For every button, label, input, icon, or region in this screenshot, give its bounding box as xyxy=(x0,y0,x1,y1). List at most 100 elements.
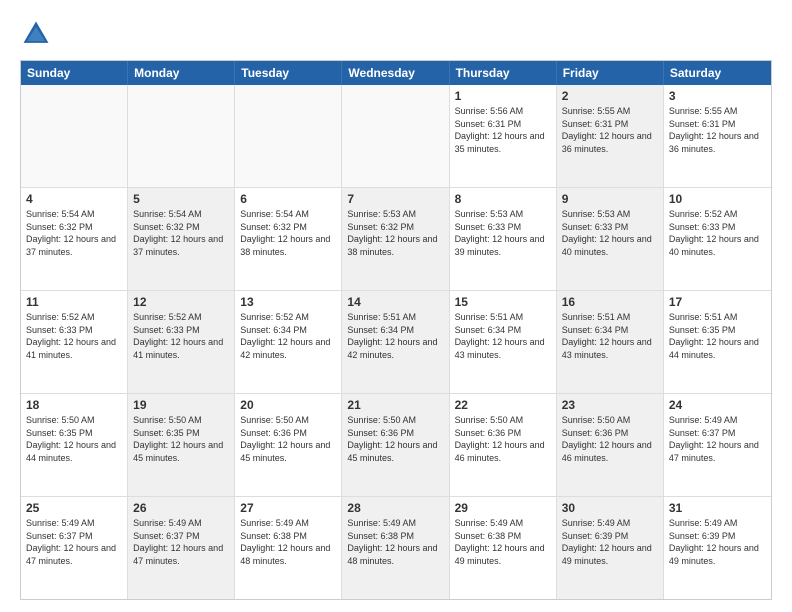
day-number: 15 xyxy=(455,295,551,309)
calendar-day-27: 27 Sunrise: 5:49 AM Sunset: 6:38 PM Dayli… xyxy=(235,497,342,599)
day-number: 24 xyxy=(669,398,766,412)
day-number: 27 xyxy=(240,501,336,515)
day-number: 17 xyxy=(669,295,766,309)
calendar-row-3: 11Sunrise: 5:52 AM Sunset: 6:33 PM Dayli… xyxy=(21,290,771,393)
day-info: Sunrise: 5:50 AM Sunset: 6:35 PM Dayligh… xyxy=(26,414,122,464)
day-info: Sunrise: 5:49 AM Sunset: 6:38 PM Dayligh… xyxy=(455,517,551,567)
day-number: 1 xyxy=(455,89,551,103)
day-info: Sunrise: 5:55 AM Sunset: 6:31 PM Dayligh… xyxy=(562,105,658,155)
day-info: Sunrise: 5:49 AM Sunset: 6:39 PM Dayligh… xyxy=(562,517,658,567)
day-info: Sunrise: 5:51 AM Sunset: 6:34 PM Dayligh… xyxy=(455,311,551,361)
day-number: 21 xyxy=(347,398,443,412)
day-info: Sunrise: 5:53 AM Sunset: 6:32 PM Dayligh… xyxy=(347,208,443,258)
day-number: 5 xyxy=(133,192,229,206)
day-number: 12 xyxy=(133,295,229,309)
weekday-header-sunday: Sunday xyxy=(21,61,128,85)
day-number: 4 xyxy=(26,192,122,206)
calendar-day-24: 24 Sunrise: 5:49 AM Sunset: 6:37 PM Dayli… xyxy=(664,394,771,496)
day-info: Sunrise: 5:49 AM Sunset: 6:39 PM Dayligh… xyxy=(669,517,766,567)
calendar-day-4: 4 Sunrise: 5:54 AM Sunset: 6:32 PM Daylig… xyxy=(21,188,128,290)
day-info: Sunrise: 5:50 AM Sunset: 6:35 PM Dayligh… xyxy=(133,414,229,464)
day-info: Sunrise: 5:54 AM Sunset: 6:32 PM Dayligh… xyxy=(133,208,229,258)
day-info: Sunrise: 5:49 AM Sunset: 6:38 PM Dayligh… xyxy=(347,517,443,567)
calendar-day-21: 21Sunrise: 5:50 AM Sunset: 6:36 PM Dayli… xyxy=(342,394,449,496)
calendar-day-11: 11Sunrise: 5:52 AM Sunset: 6:33 PM Dayli… xyxy=(21,291,128,393)
calendar-day-9: 9 Sunrise: 5:53 AM Sunset: 6:33 PM Daylig… xyxy=(557,188,664,290)
weekday-header-monday: Monday xyxy=(128,61,235,85)
day-number: 16 xyxy=(562,295,658,309)
day-info: Sunrise: 5:52 AM Sunset: 6:33 PM Dayligh… xyxy=(26,311,122,361)
header xyxy=(20,18,772,50)
day-number: 26 xyxy=(133,501,229,515)
day-info: Sunrise: 5:49 AM Sunset: 6:37 PM Dayligh… xyxy=(133,517,229,567)
day-info: Sunrise: 5:51 AM Sunset: 6:34 PM Dayligh… xyxy=(347,311,443,361)
calendar-row-4: 18 Sunrise: 5:50 AM Sunset: 6:35 PM Dayli… xyxy=(21,393,771,496)
calendar-day-17: 17 Sunrise: 5:51 AM Sunset: 6:35 PM Dayli… xyxy=(664,291,771,393)
day-number: 3 xyxy=(669,89,766,103)
calendar-day-31: 31 Sunrise: 5:49 AM Sunset: 6:39 PM Dayli… xyxy=(664,497,771,599)
day-info: Sunrise: 5:51 AM Sunset: 6:35 PM Dayligh… xyxy=(669,311,766,361)
day-number: 7 xyxy=(347,192,443,206)
calendar-day-13: 13 Sunrise: 5:52 AM Sunset: 6:34 PM Dayli… xyxy=(235,291,342,393)
calendar-day-5: 5 Sunrise: 5:54 AM Sunset: 6:32 PM Daylig… xyxy=(128,188,235,290)
calendar-body: 1 Sunrise: 5:56 AM Sunset: 6:31 PM Daylig… xyxy=(21,85,771,599)
calendar-day-1: 1 Sunrise: 5:56 AM Sunset: 6:31 PM Daylig… xyxy=(450,85,557,187)
calendar-day-23: 23 Sunrise: 5:50 AM Sunset: 6:36 PM Dayli… xyxy=(557,394,664,496)
day-number: 19 xyxy=(133,398,229,412)
weekday-header-friday: Friday xyxy=(557,61,664,85)
calendar-day-6: 6 Sunrise: 5:54 AM Sunset: 6:32 PM Daylig… xyxy=(235,188,342,290)
calendar-day-7: 7 Sunrise: 5:53 AM Sunset: 6:32 PM Daylig… xyxy=(342,188,449,290)
day-number: 18 xyxy=(26,398,122,412)
calendar-day-15: 15 Sunrise: 5:51 AM Sunset: 6:34 PM Dayli… xyxy=(450,291,557,393)
day-info: Sunrise: 5:49 AM Sunset: 6:37 PM Dayligh… xyxy=(26,517,122,567)
logo xyxy=(20,18,56,50)
day-info: Sunrise: 5:51 AM Sunset: 6:34 PM Dayligh… xyxy=(562,311,658,361)
calendar-day-18: 18 Sunrise: 5:50 AM Sunset: 6:35 PM Dayli… xyxy=(21,394,128,496)
day-info: Sunrise: 5:50 AM Sunset: 6:36 PM Dayligh… xyxy=(240,414,336,464)
day-number: 31 xyxy=(669,501,766,515)
calendar-day-3: 3 Sunrise: 5:55 AM Sunset: 6:31 PM Daylig… xyxy=(664,85,771,187)
day-number: 23 xyxy=(562,398,658,412)
calendar-row-5: 25 Sunrise: 5:49 AM Sunset: 6:37 PM Dayli… xyxy=(21,496,771,599)
day-info: Sunrise: 5:54 AM Sunset: 6:32 PM Dayligh… xyxy=(26,208,122,258)
day-info: Sunrise: 5:52 AM Sunset: 6:33 PM Dayligh… xyxy=(133,311,229,361)
calendar-day-22: 22 Sunrise: 5:50 AM Sunset: 6:36 PM Dayli… xyxy=(450,394,557,496)
day-number: 28 xyxy=(347,501,443,515)
calendar: SundayMondayTuesdayWednesdayThursdayFrid… xyxy=(20,60,772,600)
day-info: Sunrise: 5:53 AM Sunset: 6:33 PM Dayligh… xyxy=(455,208,551,258)
day-number: 25 xyxy=(26,501,122,515)
calendar-day-30: 30 Sunrise: 5:49 AM Sunset: 6:39 PM Dayli… xyxy=(557,497,664,599)
day-info: Sunrise: 5:54 AM Sunset: 6:32 PM Dayligh… xyxy=(240,208,336,258)
day-info: Sunrise: 5:49 AM Sunset: 6:38 PM Dayligh… xyxy=(240,517,336,567)
day-number: 29 xyxy=(455,501,551,515)
day-number: 6 xyxy=(240,192,336,206)
day-info: Sunrise: 5:52 AM Sunset: 6:34 PM Dayligh… xyxy=(240,311,336,361)
calendar-cell-empty-0-0 xyxy=(21,85,128,187)
calendar-day-2: 2Sunrise: 5:55 AM Sunset: 6:31 PM Daylig… xyxy=(557,85,664,187)
calendar-day-12: 12 Sunrise: 5:52 AM Sunset: 6:33 PM Dayli… xyxy=(128,291,235,393)
day-number: 22 xyxy=(455,398,551,412)
day-info: Sunrise: 5:52 AM Sunset: 6:33 PM Dayligh… xyxy=(669,208,766,258)
calendar-day-26: 26 Sunrise: 5:49 AM Sunset: 6:37 PM Dayli… xyxy=(128,497,235,599)
page: SundayMondayTuesdayWednesdayThursdayFrid… xyxy=(0,0,792,612)
day-info: Sunrise: 5:50 AM Sunset: 6:36 PM Dayligh… xyxy=(455,414,551,464)
calendar-day-20: 20Sunrise: 5:50 AM Sunset: 6:36 PM Dayli… xyxy=(235,394,342,496)
day-info: Sunrise: 5:56 AM Sunset: 6:31 PM Dayligh… xyxy=(455,105,551,155)
calendar-cell-empty-0-2 xyxy=(235,85,342,187)
logo-icon xyxy=(20,18,52,50)
day-number: 8 xyxy=(455,192,551,206)
day-number: 9 xyxy=(562,192,658,206)
calendar-day-8: 8 Sunrise: 5:53 AM Sunset: 6:33 PM Daylig… xyxy=(450,188,557,290)
calendar-row-2: 4 Sunrise: 5:54 AM Sunset: 6:32 PM Daylig… xyxy=(21,187,771,290)
calendar-cell-empty-0-3 xyxy=(342,85,449,187)
calendar-header: SundayMondayTuesdayWednesdayThursdayFrid… xyxy=(21,61,771,85)
day-info: Sunrise: 5:55 AM Sunset: 6:31 PM Dayligh… xyxy=(669,105,766,155)
calendar-day-28: 28 Sunrise: 5:49 AM Sunset: 6:38 PM Dayli… xyxy=(342,497,449,599)
day-number: 14 xyxy=(347,295,443,309)
day-number: 13 xyxy=(240,295,336,309)
day-number: 10 xyxy=(669,192,766,206)
day-info: Sunrise: 5:53 AM Sunset: 6:33 PM Dayligh… xyxy=(562,208,658,258)
day-number: 30 xyxy=(562,501,658,515)
day-info: Sunrise: 5:49 AM Sunset: 6:37 PM Dayligh… xyxy=(669,414,766,464)
day-info: Sunrise: 5:50 AM Sunset: 6:36 PM Dayligh… xyxy=(562,414,658,464)
